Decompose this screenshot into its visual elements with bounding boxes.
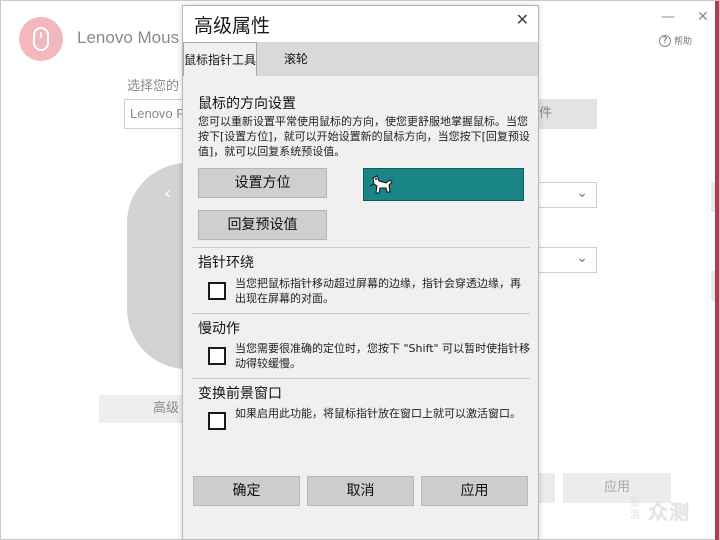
apply-button[interactable]: 应用 (421, 476, 528, 506)
divider (192, 247, 530, 248)
help-label: 帮助 (674, 37, 693, 47)
set-orientation-button[interactable]: 设置方位 (198, 168, 327, 198)
back-arrow-icon[interactable]: ‹ (164, 183, 171, 204)
divider (192, 313, 530, 314)
chevron-down-icon: ⌄ (576, 185, 588, 201)
close-icon[interactable]: ✕ (516, 10, 529, 29)
watermark-big: 众测 (648, 499, 690, 524)
select-device-label: 选择您的 (127, 79, 180, 94)
app-logo (19, 17, 63, 61)
watermark-small: 新浪 (630, 498, 640, 521)
watermark: 新浪 众测 (630, 490, 710, 530)
tab-bar: 鼠标指针工具 滚轮 (183, 42, 538, 76)
app-title: Lenovo Mous (77, 28, 180, 47)
orientation-title: 鼠标的方向设置 (198, 96, 296, 112)
help-icon: ? (659, 34, 671, 47)
cancel-button[interactable]: 取消 (307, 476, 414, 506)
pointer-wrap-description: 当您把鼠标指针移动超过屏幕的边缘，指针会穿透边缘，再出现在屏幕的对面。 (235, 277, 521, 305)
app-close-button[interactable]: ✕ (697, 9, 709, 25)
reset-default-button[interactable]: 回复预设值 (198, 210, 327, 240)
tab-wheel[interactable]: 滚轮 (279, 42, 313, 76)
slow-motion-title: 慢动作 (198, 321, 240, 337)
slow-motion-description: 当您需要很准确的定位时，您按下 "Shift" 可以暂时使指针移动得较缓慢。 (235, 342, 531, 370)
setting-dropdown-1[interactable]: ⌄ (535, 182, 597, 208)
scroll-indicator (711, 182, 715, 212)
advanced-properties-dialog: 高级属性 ✕ 鼠标指针工具 滚轮 鼠标的方向设置 您可以重新设置平常使用鼠标的方… (182, 5, 539, 540)
setting-dropdown-2[interactable]: ⌄ (535, 247, 597, 273)
scroll-indicator (711, 271, 715, 301)
dialog-titlebar: 高级属性 ✕ (183, 6, 538, 42)
window-accent-edge (715, 1, 719, 540)
orientation-description: 您可以重新设置平常使用鼠标的方向，使您更舒服地掌握鼠标。当您按下[设置方位]，就… (198, 115, 530, 158)
foreground-window-checkbox[interactable] (208, 412, 226, 430)
pointer-wrap-checkbox[interactable] (208, 282, 226, 300)
slow-motion-checkbox[interactable] (208, 347, 226, 365)
dog-cursor-icon (369, 175, 393, 194)
help-link[interactable]: ? 帮助 (659, 34, 692, 47)
orientation-preview (363, 168, 524, 201)
dialog-title: 高级属性 (194, 15, 271, 37)
pointer-wrap-title: 指针环绕 (198, 255, 254, 271)
divider (192, 378, 530, 379)
foreground-window-title: 变换前景窗口 (198, 386, 282, 402)
minimize-button[interactable]: — (661, 9, 675, 25)
ok-button[interactable]: 确定 (193, 476, 300, 506)
mouse-logo-icon (33, 27, 49, 51)
chevron-down-icon: ⌄ (576, 250, 588, 266)
file-button[interactable]: 件 (531, 99, 597, 129)
advanced-button[interactable]: 高级 (99, 395, 187, 423)
foreground-window-description: 如果启用此功能，将鼠标指针放在窗口上就可以激活窗口。 (235, 407, 521, 420)
tab-pointer-tools[interactable]: 鼠标指针工具 (183, 42, 257, 76)
